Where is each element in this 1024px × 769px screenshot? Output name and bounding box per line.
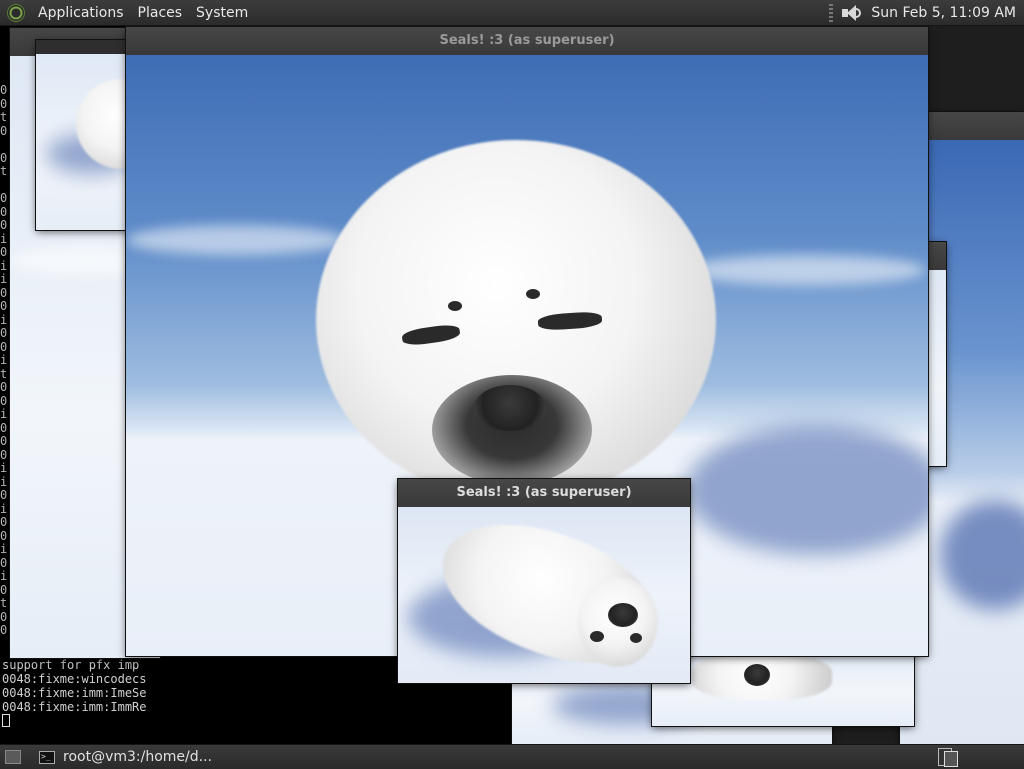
menu-applications[interactable]: Applications (31, 5, 131, 21)
panel-tray: Sun Feb 5, 11:09 AM (829, 0, 1024, 25)
seal-eye-left (590, 631, 604, 642)
terminal-cursor (2, 714, 10, 727)
terminal-output: support for pfx imp 0048:fixme:wincodecs 0… (2, 658, 147, 728)
taskbar-item-label: root@vm3:/home/d... (63, 749, 212, 765)
seal-eye-right (630, 633, 642, 643)
seal-photo (398, 507, 690, 683)
distro-logo-icon[interactable] (7, 3, 25, 22)
workspace-switcher-icon[interactable] (938, 747, 958, 767)
seal-nose (608, 603, 638, 627)
volume-icon[interactable] (841, 3, 863, 23)
seal-photo (36, 54, 136, 230)
window-titlebar[interactable]: Seals! :3 (as superuser) (398, 479, 690, 507)
clock[interactable]: Sun Feb 5, 11:09 AM (871, 5, 1016, 21)
menu-system[interactable]: System (189, 5, 255, 21)
top-panel: Applications Places System Sun Feb 5, 11… (0, 0, 1024, 26)
terminal-line: 0048:fixme:imm:ImmRe (2, 700, 147, 714)
bottom-panel: >_ root@vm3:/home/d... (0, 744, 1024, 769)
panel-grip-icon (829, 3, 834, 22)
taskbar-item-terminal[interactable]: >_ root@vm3:/home/d... (39, 749, 212, 765)
window-titlebar[interactable]: Seals! :3 (as superuser) (126, 27, 928, 55)
terminal-icon: >_ (39, 750, 55, 764)
seal-window-back-2[interactable] (36, 40, 136, 230)
terminal-line: 0048:fixme:imm:ImeSe (2, 686, 147, 700)
terminal-line: support for pfx imp (2, 658, 140, 672)
show-desktop-icon[interactable] (5, 750, 21, 764)
menu-places[interactable]: Places (131, 5, 190, 21)
terminal-line: 0048:fixme:wincodecs (2, 672, 147, 686)
seal-window-front[interactable]: Seals! :3 (as superuser) (398, 479, 690, 683)
